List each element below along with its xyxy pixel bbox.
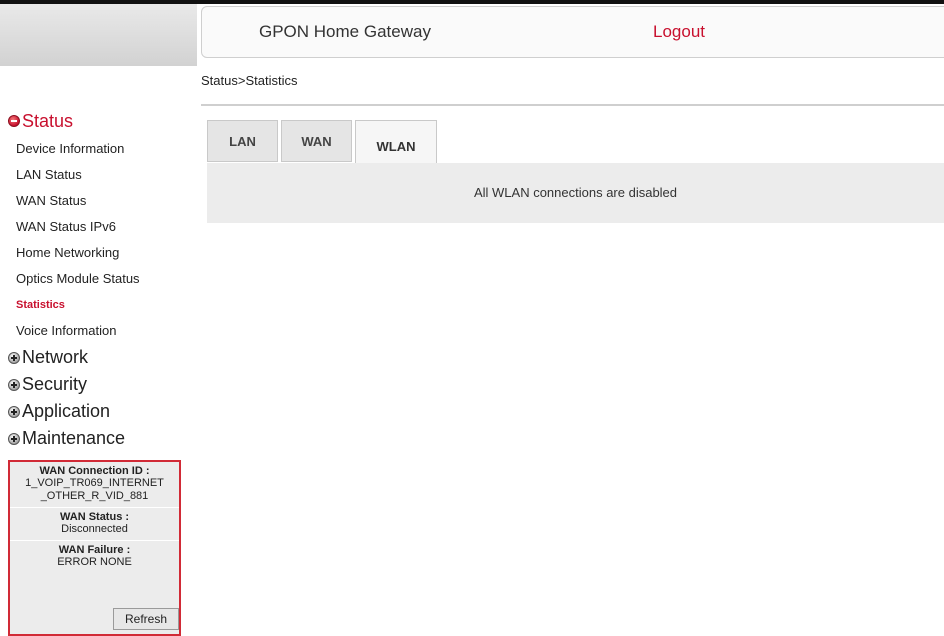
tab-label: WAN <box>301 133 332 149</box>
sidebar-item-lan-status[interactable]: LAN Status <box>0 162 197 188</box>
sidebar: Status Device Information LAN Status WAN… <box>0 106 197 452</box>
tab-label: WLAN <box>376 139 416 154</box>
wan-status-label: WAN Status : <box>59 511 130 523</box>
wan-failure-label: WAN Failure : <box>58 544 131 556</box>
breadcrumb: Status>Statistics <box>201 73 298 88</box>
sidebar-item-wan-status[interactable]: WAN Status <box>0 188 197 214</box>
wan-connection-id-label: WAN Connection ID : <box>39 465 150 477</box>
gateway-title: GPON Home Gateway <box>259 22 431 41</box>
sidebar-item-voice-information[interactable]: Voice Information <box>0 318 197 344</box>
left-header-block <box>0 4 197 66</box>
wlan-disabled-message: All WLAN connections are disabled <box>473 185 678 200</box>
sidebar-item-device-information[interactable]: Device Information <box>0 136 197 162</box>
sidebar-item-home-networking[interactable]: Home Networking <box>0 240 197 266</box>
expand-plus-circle-icon <box>8 432 20 445</box>
wan-connection-id-block: WAN Connection ID : 1_VOIP_TR069_INTERNE… <box>10 462 179 508</box>
statistics-content-panel: All WLAN connections are disabled <box>207 163 944 223</box>
breadcrumb-divider <box>201 104 944 106</box>
tab-label: LAN <box>229 133 256 149</box>
sidebar-section-label: Status <box>22 110 74 131</box>
wan-status-block: WAN Status : Disconnected <box>10 508 179 541</box>
sidebar-section-label: Network <box>22 347 89 367</box>
tab-wan[interactable]: WAN <box>281 120 352 162</box>
sidebar-item-optics-module-status[interactable]: Optics Module Status <box>0 266 197 292</box>
collapse-circle-icon <box>8 115 20 127</box>
statistics-tabs: LAN WAN WLAN <box>207 120 440 164</box>
sidebar-section-maintenance[interactable]: Maintenance <box>0 425 197 452</box>
sidebar-section-label: Security <box>22 374 88 394</box>
wan-failure-block: WAN Failure : ERROR NONE <box>10 541 179 573</box>
sidebar-section-application[interactable]: Application <box>0 398 197 425</box>
sidebar-section-network[interactable]: Network <box>0 344 197 371</box>
top-header-bar: GPON Home Gateway Logout <box>201 6 944 58</box>
wan-status-value: Disconnected <box>61 523 128 535</box>
sidebar-item-statistics[interactable]: Statistics <box>0 292 197 318</box>
sidebar-section-label: Application <box>22 401 111 421</box>
tab-lan[interactable]: LAN <box>207 120 278 162</box>
sidebar-section-status[interactable]: Status <box>0 106 197 136</box>
expand-plus-circle-icon <box>8 405 20 418</box>
sidebar-item-wan-status-ipv6[interactable]: WAN Status IPv6 <box>0 214 197 240</box>
sidebar-section-security[interactable]: Security <box>0 371 197 398</box>
wan-connection-id-value: 1_VOIP_TR069_INTERNET _OTHER_R_VID_881 <box>25 477 164 502</box>
wan-failure-value: ERROR NONE <box>57 556 132 568</box>
logout-link[interactable]: Logout <box>653 22 705 42</box>
refresh-button[interactable]: Refresh <box>113 608 179 630</box>
expand-plus-circle-icon <box>8 378 20 391</box>
expand-plus-circle-icon <box>8 351 20 364</box>
tab-wlan[interactable]: WLAN <box>355 120 437 164</box>
wan-info-box: WAN Connection ID : 1_VOIP_TR069_INTERNE… <box>8 460 181 636</box>
sidebar-section-label: Maintenance <box>22 428 126 448</box>
